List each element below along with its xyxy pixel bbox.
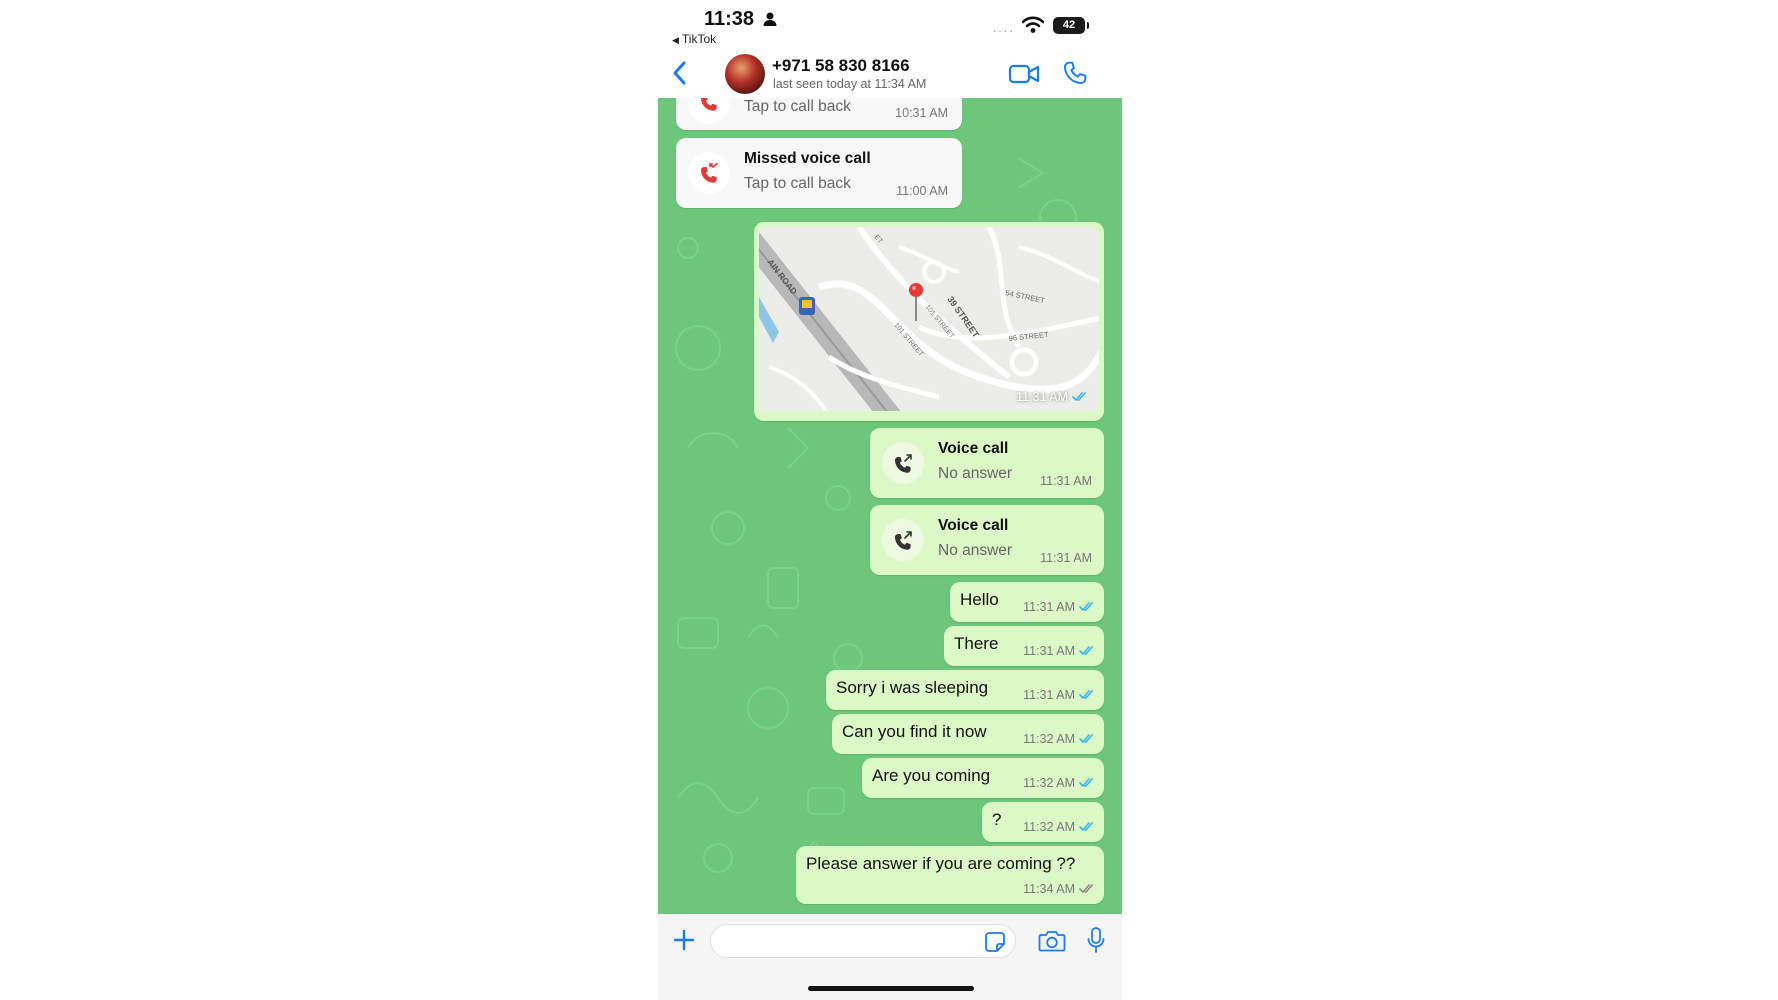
chat-header: +971 58 830 8166 last seen today at 11:3… (658, 50, 1122, 99)
missed-call-icon (700, 98, 717, 111)
outgoing-call-icon (894, 531, 912, 550)
video-call-icon[interactable] (1008, 62, 1040, 86)
message-time-text: 11:31 AM (1023, 688, 1075, 702)
back-chevron-icon[interactable] (670, 60, 690, 86)
location-map[interactable]: AIN ROAD 39 STREET 54 STREET 96 STREET 1… (759, 227, 1099, 411)
call-subtitle: No answer (938, 542, 1013, 559)
message-time: 11:31 AM (1023, 600, 1096, 614)
cellular-signal-icon: ···· (992, 22, 1015, 38)
message-text: There (954, 634, 999, 653)
message-time: 10:31 AM (895, 106, 948, 120)
back-to-app-link[interactable]: ◀ TikTok (672, 32, 716, 46)
last-seen-status: last seen today at 11:34 AM (773, 77, 927, 91)
person-icon (763, 12, 777, 26)
call-subtitle: Tap to call back (744, 175, 851, 192)
status-time: 11:38 (704, 8, 755, 30)
call-title: Missed voice call (744, 150, 871, 167)
home-indicator[interactable] (808, 986, 974, 991)
chat-area[interactable]: Tap to call back 10:31 AM Missed voice c… (658, 98, 1122, 914)
read-ticks-icon (1079, 734, 1093, 744)
message-time-text: 11:32 AM (1023, 776, 1075, 790)
delivered-ticks-icon (1079, 884, 1093, 894)
missed-call-icon-circle (688, 98, 730, 124)
text-message-bubble[interactable]: There 11:31 AM (944, 626, 1104, 666)
message-time: 11:31 AM (1040, 551, 1092, 565)
status-bar: 11:38 ◀ TikTok ···· 42 (658, 0, 1122, 50)
call-title: Voice call (938, 517, 1009, 534)
message-text: Hello (960, 590, 999, 609)
call-subtitle: Tap to call back (744, 98, 851, 115)
location-bubble[interactable]: AIN ROAD 39 STREET 54 STREET 96 STREET 1… (754, 222, 1104, 421)
missed-call-icon-circle (688, 152, 730, 194)
outgoing-call-icon (894, 454, 912, 473)
message-time-text: 11:31 AM (1023, 644, 1075, 658)
read-ticks-icon (1079, 602, 1093, 612)
message-input[interactable] (710, 924, 1016, 958)
missed-call-icon (700, 163, 718, 183)
read-ticks-icon (1079, 690, 1093, 700)
missed-call-bubble[interactable]: Missed voice call Tap to call back 11:00… (676, 138, 962, 208)
wifi-icon (1022, 16, 1044, 33)
text-message-bubble[interactable]: Please answer if you are coming ?? 11:34… (796, 846, 1104, 904)
plus-icon[interactable] (672, 928, 696, 952)
map-view: AIN ROAD 39 STREET 54 STREET 96 STREET 1… (759, 227, 1099, 411)
message-time: 11:31 AM (1023, 644, 1096, 658)
message-text: Sorry i was sleeping (836, 678, 989, 697)
sticker-icon[interactable] (984, 931, 1006, 953)
voice-call-icon[interactable] (1062, 60, 1088, 86)
camera-icon[interactable] (1038, 929, 1066, 953)
text-message-bubble[interactable]: Sorry i was sleeping 11:31 AM (826, 670, 1104, 710)
back-triangle-icon: ◀ (672, 35, 679, 45)
message-time-text: 11:31 AM (1016, 390, 1068, 404)
contact-avatar[interactable] (725, 54, 765, 94)
message-text: Please answer if you are coming ?? (806, 854, 1076, 873)
text-message-bubble[interactable]: Hello 11:31 AM (950, 582, 1104, 622)
outgoing-call-icon-circle (882, 442, 924, 484)
text-message-bubble[interactable]: Can you find it now 11:32 AM (832, 714, 1104, 754)
text-message-bubble[interactable]: Are you coming 11:32 AM (862, 758, 1104, 798)
read-ticks-icon (1079, 778, 1093, 788)
message-time-text: 11:34 AM (1023, 882, 1075, 896)
contact-name[interactable]: +971 58 830 8166 (772, 56, 910, 76)
outgoing-call-icon-circle (882, 519, 924, 561)
message-time: 11:31 AM (1016, 390, 1089, 404)
message-time: 11:32 AM (1023, 732, 1096, 746)
microphone-icon[interactable] (1086, 926, 1106, 954)
message-time-text: 11:32 AM (1023, 732, 1075, 746)
message-time-text: 11:32 AM (1023, 820, 1075, 834)
read-ticks-icon (1072, 392, 1086, 402)
call-subtitle: No answer (938, 465, 1013, 482)
message-composer (658, 914, 1122, 1000)
message-time: 11:00 AM (896, 184, 948, 198)
message-text: Are you coming (872, 766, 991, 785)
message-time: 11:31 AM (1023, 688, 1096, 702)
message-time-text: 11:31 AM (1023, 600, 1075, 614)
message-time: 11:32 AM (1023, 820, 1096, 834)
voice-call-bubble[interactable]: Voice call No answer 11:31 AM (870, 505, 1104, 575)
missed-call-bubble[interactable]: Tap to call back 10:31 AM (676, 98, 962, 130)
voice-call-bubble[interactable]: Voice call No answer 11:31 AM (870, 428, 1104, 498)
message-text: Can you find it now (842, 722, 987, 741)
back-app-label: TikTok (681, 32, 717, 46)
message-time: 11:31 AM (1040, 474, 1092, 488)
message-time: 11:34 AM (1023, 882, 1096, 896)
read-ticks-icon (1079, 646, 1093, 656)
message-text: ? (992, 810, 1002, 829)
message-time: 11:32 AM (1023, 776, 1096, 790)
call-title: Voice call (938, 440, 1009, 457)
phone-screen: 11:38 ◀ TikTok ···· 42 +971 58 830 8166 l… (658, 0, 1122, 1000)
battery-indicator: 42 (1053, 17, 1089, 34)
text-message-bubble[interactable]: ? 11:32 AM (982, 802, 1104, 842)
read-ticks-icon (1079, 822, 1093, 832)
